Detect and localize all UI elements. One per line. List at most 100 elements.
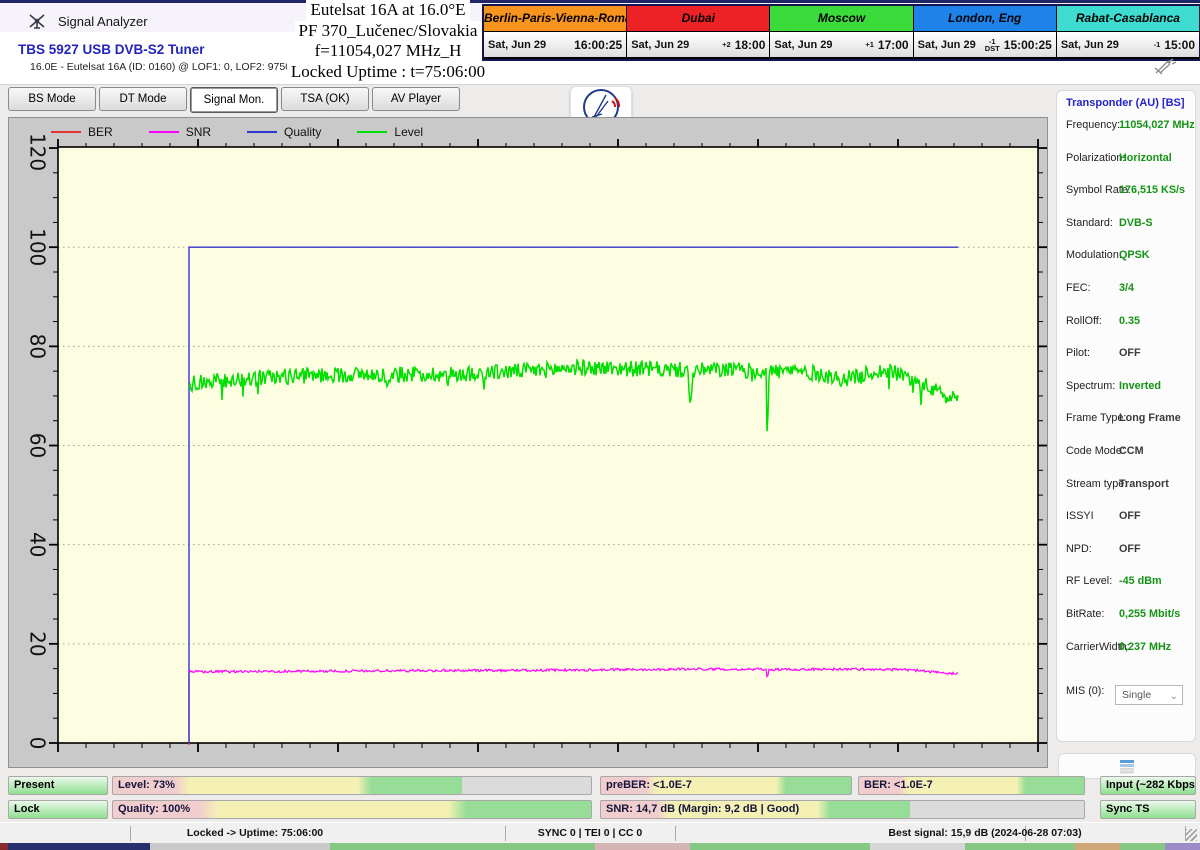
signal-analyzer-window: Signal Analyzer TBS 5927 USB DVB-S2 Tune… [0, 0, 1200, 850]
transponder-field-stream-type: Stream type:Transport [1057, 478, 1197, 492]
statusbar-separator [130, 826, 131, 841]
legend-swatch-snr [149, 131, 179, 133]
transponder-field-rf-level: RF Level:-45 dBm [1057, 575, 1197, 589]
clock-time-row: Sat, Jun 29 +218:00 [627, 32, 769, 57]
clock-date: Sat, Jun 29 [774, 39, 832, 51]
sliver-segment [1120, 843, 1165, 850]
transponder-field-value: OFF [1119, 510, 1141, 522]
y-axis-label-60: 60 [26, 433, 50, 458]
transponder-field-carrierwidth: CarrierWidth:0,237 MHz [1057, 641, 1197, 655]
transponder-field-value: 0,237 MHz [1119, 641, 1171, 653]
present-indicator: Present [8, 776, 108, 795]
sliver-segment [150, 843, 330, 850]
clock-date: Sat, Jun 29 [631, 39, 689, 51]
clock-city-label: Berlin-Paris-Vienna-Roma [484, 6, 626, 32]
mode-button-row: BS ModeDT ModeSignal Mon.TSA (OK)AV Play… [8, 87, 460, 113]
tuner-title: TBS 5927 USB DVB-S2 Tuner [18, 42, 205, 57]
clock-dubai: Dubai Sat, Jun 29 +218:00 [626, 6, 769, 59]
mode-button-av-player[interactable]: AV Player [372, 87, 460, 111]
legend-item-level: Level [357, 125, 423, 139]
transponder-field-value: 0.35 [1119, 315, 1140, 327]
statusbar-uptime: Locked -> Uptime: 75:06:00 [187, 827, 323, 839]
sliver-segment [1165, 843, 1200, 850]
transponder-field-frame-type: Frame Type:Long Frame [1057, 412, 1197, 426]
lock-indicator: Lock [8, 800, 108, 819]
preber-1-0e-7-bar: preBER: <1.0E-7 [600, 776, 852, 795]
transponder-panel-title: Transponder (AU) [BS] [1066, 97, 1185, 109]
statusbar: Locked -> Uptime: 75:06:00 SYNC 0 | TEI … [0, 822, 1200, 844]
transponder-field-spectrum: Spectrum:Inverted [1057, 380, 1197, 394]
transponder-field-value: QPSK [1119, 249, 1150, 261]
clock-time: 18:00 [735, 38, 766, 52]
list-view-icon [1119, 759, 1135, 774]
transponder-field-label: Standard: [1066, 217, 1113, 229]
transponder-field-symbol-rate: Symbol Rate:176,515 KS/s [1057, 184, 1197, 198]
level-73-bar: Level: 73% [112, 776, 592, 795]
transponder-field-label: Modulation: [1066, 249, 1122, 261]
overlay-line-satellite: Eutelsat 16A at 16.0°E [306, 0, 469, 21]
mode-button-dt-mode[interactable]: DT Mode [99, 87, 187, 111]
clock-rabat-casablanca: Rabat-CasablancaSat, Jun 29-115:00 [1056, 6, 1199, 59]
transponder-field-value: 11054,027 MHz [1119, 119, 1195, 131]
input-282-kbps-indicator: Input (~282 Kbps) [1100, 776, 1196, 795]
transponder-field-value: 176,515 KS/s [1119, 184, 1185, 196]
sliver-segment [1075, 843, 1120, 850]
mis-dropdown[interactable]: Single ⌄ [1115, 685, 1183, 705]
transponder-field-value: Long Frame [1119, 412, 1181, 424]
satellite-icon [1152, 56, 1182, 76]
legend-swatch-ber [51, 131, 81, 133]
legend-label: SNR [186, 125, 211, 139]
chart-legend: BER SNR Quality Level [51, 123, 423, 141]
clock-utc-offset: +2 [720, 41, 733, 48]
transponder-field-code-mode: Code Mode:CCM [1057, 445, 1197, 459]
signal-chart-panel: BERSNRQualityLevel 020406080100120 [8, 117, 1048, 768]
clock-time-row: Sat, Jun 29-115:00 [1057, 32, 1199, 57]
transponder-panel: Transponder (AU) [BS] Frequency:11054,02… [1056, 90, 1196, 742]
clock-date: Sat, Jun 29 [1061, 39, 1119, 51]
transponder-field-label: Spectrum: [1066, 380, 1115, 392]
statusbar-best-signal: Best signal: 15,9 dB (2024-06-28 07:03) [888, 827, 1081, 839]
sliver-segment [690, 843, 870, 850]
y-axis-label-0: 0 [26, 737, 50, 750]
ber-1-0e-7-bar: BER: <1.0E-7 [858, 776, 1085, 795]
legend-swatch-quality [247, 131, 277, 133]
app-icon [28, 12, 46, 30]
legend-label: Quality [284, 125, 321, 139]
clock-time: 17:00 [878, 38, 909, 52]
transponder-field-label: Polarization: [1066, 152, 1125, 164]
clock-city-label: Dubai [627, 6, 769, 32]
transponder-field-value: Horizontal [1119, 152, 1172, 164]
legend-label: BER [88, 125, 113, 139]
legend-item-snr: SNR [149, 125, 211, 139]
legend-item-ber: BER [51, 125, 113, 139]
chevron-down-icon: ⌄ [1170, 688, 1178, 706]
overlay-line-uptime: Locked Uptime : t=75:06:00 [287, 62, 489, 83]
clock-date: Sat, Jun 29 [918, 39, 976, 51]
transponder-field-label: NPD: [1066, 543, 1092, 555]
statusbar-separator [505, 826, 506, 841]
y-axis-label-80: 80 [26, 334, 50, 359]
transponder-field-label: FEC: [1066, 282, 1091, 294]
sliver-segment [8, 843, 150, 850]
legend-swatch-level [357, 131, 387, 133]
transponder-field-standard: Standard: DVB-S [1057, 217, 1197, 231]
sliver-segment [595, 843, 690, 850]
statusbar-sync-counters: SYNC 0 | TEI 0 | CC 0 [538, 827, 643, 839]
transponder-field-value: Transport [1119, 478, 1169, 490]
transponder-field-npd: NPD:OFF [1057, 543, 1197, 557]
transponder-field-value: -45 dBm [1119, 575, 1162, 587]
mode-button-signal-mon[interactable]: Signal Mon. [190, 87, 278, 113]
mode-button-tsa-ok[interactable]: TSA (OK) [281, 87, 369, 111]
overlay-line-frequency: f=11054,027 MHz_H [311, 41, 466, 62]
clock-city-label: Rabat-Casablanca [1057, 6, 1199, 32]
clock-city-label: Moscow [770, 6, 912, 32]
transponder-field-modulation: Modulation:QPSK [1057, 249, 1197, 263]
transponder-field-issyi: ISSYI OFF [1057, 510, 1197, 524]
overlay-line-location: PF 370_Lučenec/Slovakia [295, 21, 482, 42]
transponder-field-value: DVB-S [1119, 217, 1153, 229]
mode-button-bs-mode[interactable]: BS Mode [8, 87, 96, 111]
resize-grip[interactable] [1185, 829, 1197, 841]
transponder-field-label: ISSYI [1066, 510, 1094, 522]
clock-city-label: London, Eng [914, 6, 1056, 32]
clock-moscow: MoscowSat, Jun 29+117:00 [769, 6, 912, 59]
